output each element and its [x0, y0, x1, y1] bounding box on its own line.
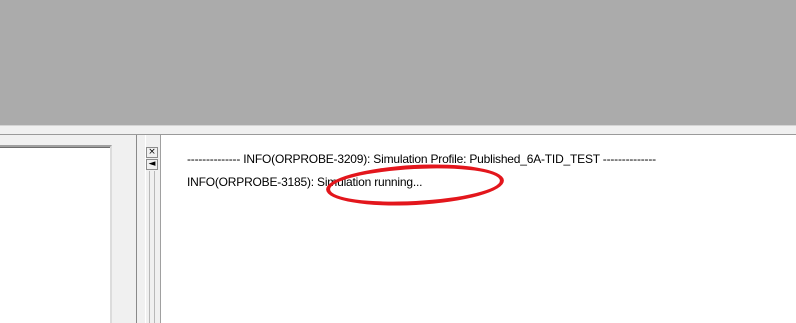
horizontal-splitter[interactable]	[0, 125, 796, 135]
dock-controls: × ◄	[146, 135, 160, 323]
left-panel	[0, 135, 136, 323]
close-icon[interactable]: ×	[146, 147, 158, 158]
mdi-workspace-background	[0, 0, 796, 125]
splitter-edge-dark	[136, 135, 137, 323]
app-window: × ◄ -------------- INFO(ORPROBE-3209): S…	[0, 0, 796, 323]
left-list-view[interactable]	[0, 145, 112, 323]
simulation-output-pane[interactable]: -------------- INFO(ORPROBE-3209): Simul…	[160, 135, 796, 323]
arrow-left-icon[interactable]: ◄	[146, 159, 158, 170]
log-line-profile: -------------- INFO(ORPROBE-3209): Simul…	[187, 152, 656, 166]
vertical-splitter[interactable]	[136, 135, 146, 323]
log-line-running: INFO(ORPROBE-3185): Simulation running..…	[187, 175, 423, 189]
dock-rail[interactable]	[149, 171, 155, 323]
left-list-border	[0, 147, 110, 148]
